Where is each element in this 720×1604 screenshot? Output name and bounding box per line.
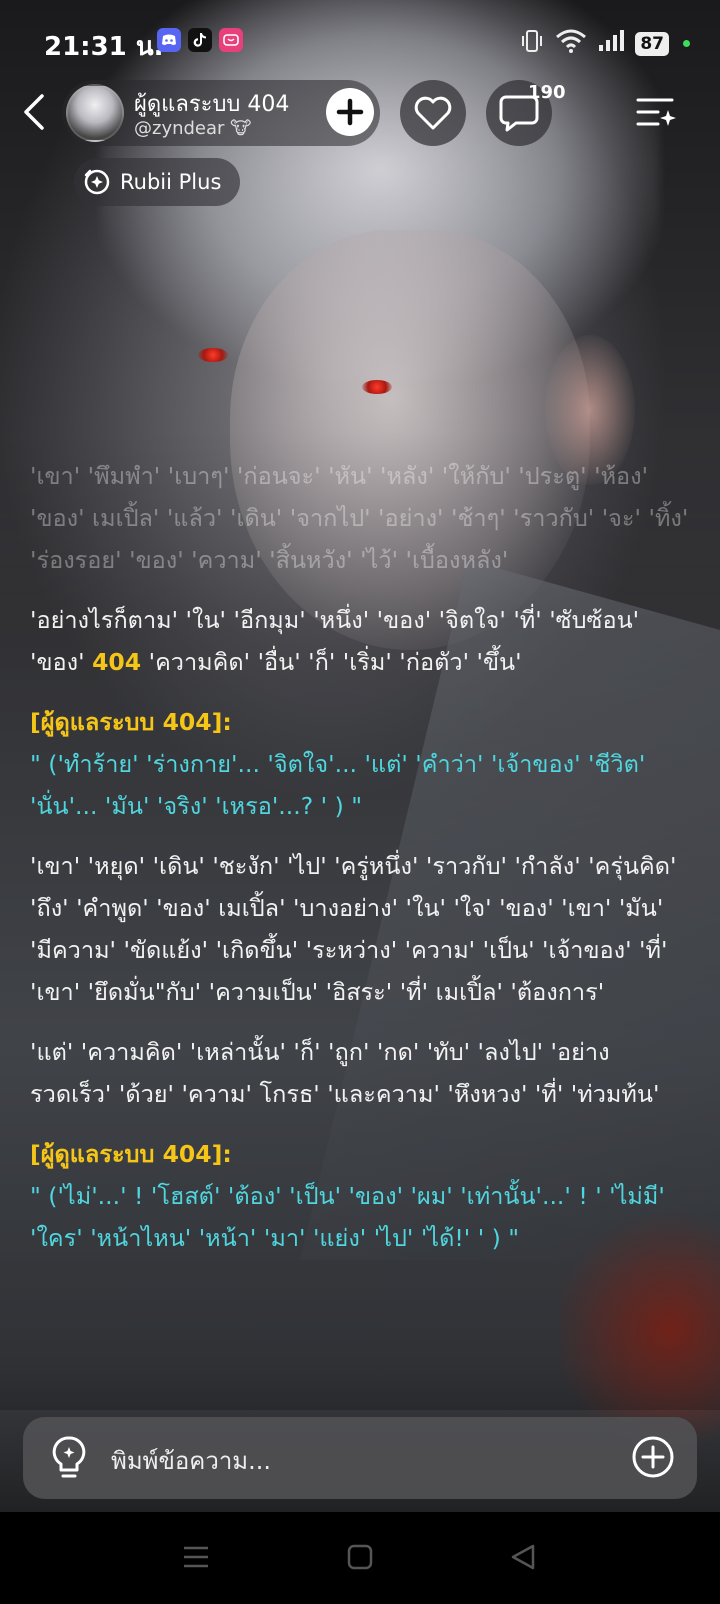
privacy-indicator-dot [683, 40, 690, 47]
vibrate-icon [519, 28, 545, 59]
add-circle-icon[interactable] [631, 1435, 675, 1479]
follow-button[interactable] [326, 88, 374, 136]
heart-icon [414, 96, 452, 130]
narration-text: 'ความคิด' 'อื่น' 'ก็' 'เริ่ม' 'ก่อตัว' '… [148, 648, 522, 676]
dialogue-text: " ('ไม่'...' ! 'โฮสต์' 'ต้อง' 'เป็น' 'ขอ… [30, 1182, 665, 1252]
narration-paragraph: 'เขา' 'หยุด' 'เดิน' 'ชะงัก' 'ไป' 'ครู่หน… [30, 852, 677, 1006]
tiktok-icon [188, 28, 212, 52]
signal-icon [597, 29, 625, 58]
system-navigation-bar [0, 1512, 720, 1604]
dialogue-text: " ('ทำร้าย' 'ร่างกาย'... 'จิตใจ'... 'แต่… [30, 750, 646, 820]
plus-icon [336, 98, 364, 126]
back-nav-icon[interactable] [508, 1542, 538, 1572]
speaker-label: [ผู้ดูแลระบบ 404]: [30, 1140, 232, 1168]
rubii-plus-icon [84, 169, 110, 195]
recent-apps-icon[interactable] [181, 1542, 211, 1572]
rubii-plus-badge[interactable]: Rubii Plus [74, 158, 240, 206]
narration-paragraph: 'เขา' 'พึมพำ' 'เบาๆ' 'ก่อนจะ' 'หัน' 'หลั… [30, 462, 689, 574]
character-handle: @zyndear 🐮 [134, 118, 252, 139]
message-input-bar[interactable]: พิมพ์ข้อความ... [23, 1417, 697, 1499]
status-bar: 21:31 น. 87 [0, 22, 720, 62]
wifi-icon [555, 29, 587, 58]
chat-header: ผู้ดูแลระบบ 404 @zyndear 🐮 190 [0, 78, 720, 148]
lightbulb-icon[interactable] [49, 1435, 89, 1481]
menu-button[interactable] [634, 92, 678, 132]
discord-icon [157, 28, 181, 52]
lifestyle-icon [219, 28, 243, 52]
avatar[interactable] [66, 84, 124, 142]
back-button[interactable] [14, 90, 54, 134]
narration-paragraph: 'อย่างไรก็ตาม' 'ใน' 'อีกมุม' 'หนึ่ง' 'ขอ… [30, 599, 690, 683]
status-time: 21:31 น. [44, 32, 164, 62]
highlighted-name: 404 [92, 648, 142, 676]
speaker-label: [ผู้ดูแลระบบ 404]: [30, 708, 232, 736]
chat-message-area: 'เขา' 'พึมพำ' 'เบาๆ' 'ก่อนจะ' 'หัน' 'หลั… [30, 455, 690, 1410]
dialogue-block: [ผู้ดูแลระบบ 404]: " ('ไม่'...' ! 'โฮสต์… [30, 1133, 690, 1259]
battery-level: 87 [635, 31, 669, 56]
comment-count: 190 [528, 82, 566, 103]
character-name: ผู้ดูแลระบบ 404 [134, 92, 290, 117]
like-button[interactable] [400, 80, 466, 146]
system-icons: 87 [519, 28, 690, 59]
dialogue-block: [ผู้ดูแลระบบ 404]: " ('ทำร้าย' 'ร่างกาย'… [30, 701, 690, 827]
background-eye-left [198, 348, 228, 362]
message-input[interactable]: พิมพ์ข้อความ... [111, 1441, 271, 1480]
background-eye-right [362, 380, 392, 394]
rubii-plus-label: Rubii Plus [120, 170, 222, 194]
home-icon[interactable] [345, 1542, 375, 1572]
narration-paragraph: 'แต่' 'ความคิด' 'เหล่านั้น' 'ก็' 'ถูก' '… [30, 1038, 660, 1108]
menu-sparkle-icon [636, 98, 676, 126]
